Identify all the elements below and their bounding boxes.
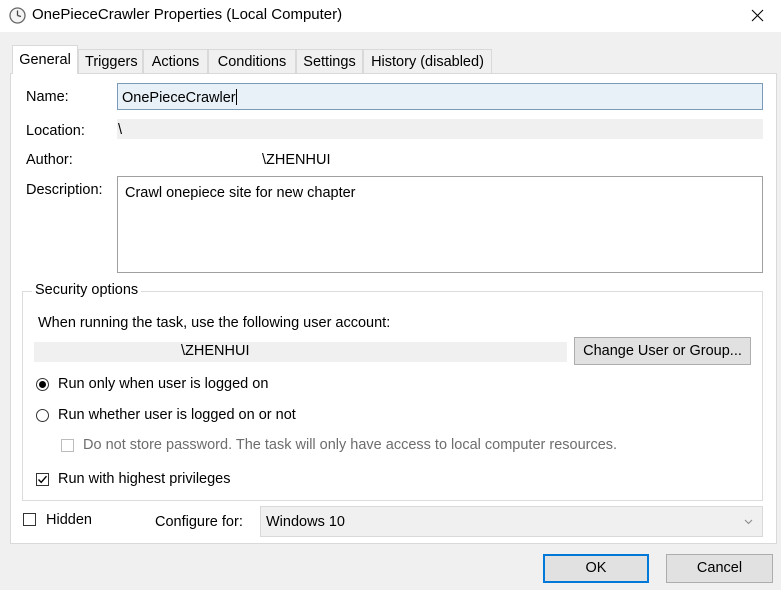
name-input[interactable]: OnePieceCrawler: [117, 83, 763, 110]
run-only-logged-on-radio[interactable]: [36, 378, 49, 391]
change-user-or-group-button[interactable]: Change User or Group...: [574, 337, 751, 365]
author-value: \ZHENHUI: [262, 152, 331, 168]
description-value: Crawl onepiece site for new chapter: [125, 185, 356, 201]
tab-general[interactable]: General: [12, 45, 78, 74]
close-icon: [751, 9, 764, 22]
account-prompt: When running the task, use the following…: [38, 315, 391, 331]
do-not-store-password-label: Do not store password. The task will onl…: [83, 437, 618, 453]
title-bar: OnePieceCrawler Properties (Local Comput…: [0, 0, 781, 32]
description-textarea[interactable]: Crawl onepiece site for new chapter: [117, 176, 763, 273]
run-highest-privileges-checkbox[interactable]: [36, 473, 49, 486]
run-only-logged-on-label[interactable]: Run only when user is logged on: [58, 376, 268, 392]
checkmark-icon: [37, 475, 48, 484]
run-whether-logged-on-label[interactable]: Run whether user is logged on or not: [58, 407, 296, 423]
ok-button[interactable]: OK: [543, 554, 649, 583]
name-label: Name:: [26, 89, 69, 105]
cancel-button[interactable]: Cancel: [666, 554, 773, 583]
chevron-down-icon: [744, 519, 753, 525]
tab-actions[interactable]: Actions: [143, 49, 208, 73]
user-account-value: \ZHENHUI: [181, 343, 250, 359]
security-options-title: Security options: [32, 282, 142, 298]
run-whether-logged-on-radio[interactable]: [36, 409, 49, 422]
author-label: Author:: [26, 152, 73, 168]
user-account-field: [34, 342, 567, 362]
tab-history[interactable]: History (disabled): [363, 49, 492, 73]
name-value: OnePieceCrawler: [122, 90, 236, 106]
general-tab-panel: Name: OnePieceCrawler Location: \ Author…: [10, 73, 777, 544]
tab-settings[interactable]: Settings: [296, 49, 363, 73]
radio-selected-dot: [39, 381, 46, 388]
window-title: OnePieceCrawler Properties (Local Comput…: [32, 6, 343, 23]
hidden-label[interactable]: Hidden: [46, 512, 92, 528]
configure-for-value: Windows 10: [266, 514, 345, 530]
close-button[interactable]: [735, 0, 781, 32]
security-options-group: Security options When running the task, …: [22, 282, 763, 501]
text-cursor: [235, 89, 237, 105]
run-highest-privileges-label[interactable]: Run with highest privileges: [58, 471, 230, 487]
hidden-checkbox[interactable]: [23, 513, 36, 526]
tab-conditions[interactable]: Conditions: [208, 49, 296, 73]
configure-for-label: Configure for:: [155, 514, 243, 530]
description-label: Description:: [26, 182, 103, 198]
location-label: Location:: [26, 123, 85, 139]
configure-for-select[interactable]: Windows 10: [260, 506, 763, 537]
tab-triggers[interactable]: Triggers: [78, 49, 143, 73]
clock-icon: [9, 7, 26, 24]
do-not-store-password-checkbox[interactable]: [61, 439, 74, 452]
location-value: \: [118, 122, 123, 138]
location-field: [117, 119, 763, 139]
